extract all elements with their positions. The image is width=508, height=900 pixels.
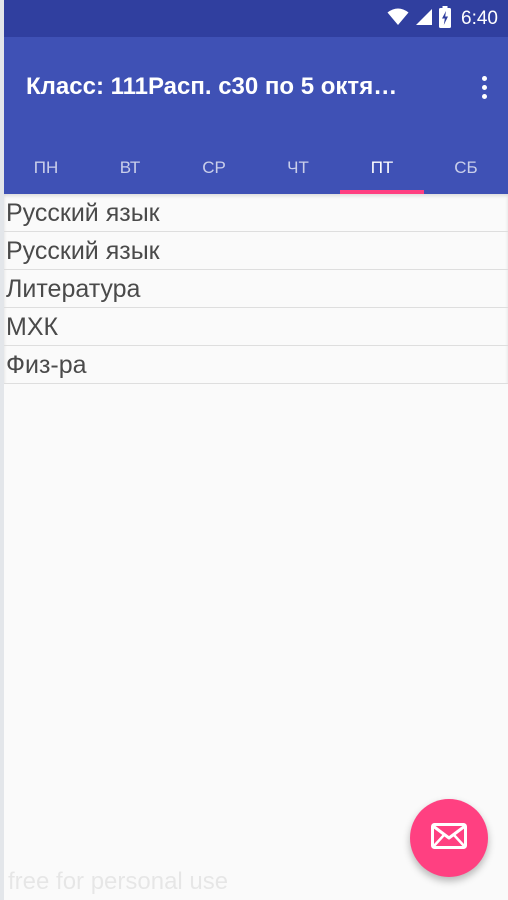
app-title: Класс: 111Расп. с30 по 5 октя… (26, 73, 398, 100)
app-screen: 6:40 Класс: 111Расп. с30 по 5 октя… ПН В… (0, 0, 508, 900)
battery-charging-icon (439, 6, 452, 32)
lesson-list: Русский язык Русский язык Литература МХК… (4, 194, 508, 384)
status-bar: 6:40 (4, 0, 508, 37)
day-tabs: ПН ВТ СР ЧТ ПТ СБ (4, 141, 508, 194)
tab-fri[interactable]: ПТ (340, 141, 424, 194)
list-item[interactable]: МХК (4, 308, 508, 346)
list-item[interactable]: Русский язык (4, 194, 508, 232)
wifi-icon (387, 8, 409, 30)
tab-thu[interactable]: ЧТ (256, 141, 340, 194)
list-item[interactable]: Русский язык (4, 232, 508, 270)
tab-mon[interactable]: ПН (4, 141, 88, 194)
status-time: 6:40 (461, 8, 498, 29)
app-bar: Класс: 111Расп. с30 по 5 октя… (4, 37, 508, 141)
overflow-dot (481, 93, 487, 99)
mail-icon (431, 823, 467, 853)
send-mail-button[interactable] (410, 799, 488, 877)
more-vert-icon[interactable] (472, 69, 496, 105)
overflow-dot (481, 75, 487, 81)
list-item[interactable]: Литература (4, 270, 508, 308)
status-icons: 6:40 (387, 6, 498, 32)
tab-tue[interactable]: ВТ (88, 141, 172, 194)
tab-wed[interactable]: СР (172, 141, 256, 194)
tab-sat[interactable]: СБ (424, 141, 508, 194)
overflow-dot (481, 84, 487, 90)
watermark: free for personal use (8, 868, 229, 895)
list-item[interactable]: Физ-ра (4, 346, 508, 384)
cell-signal-icon (415, 8, 433, 30)
